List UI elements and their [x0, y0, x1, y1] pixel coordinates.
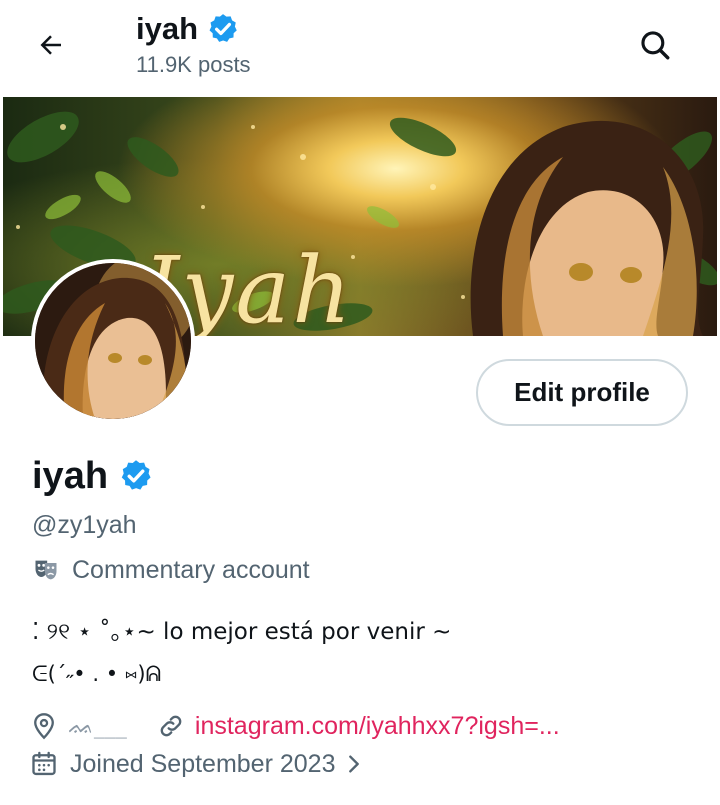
search-button[interactable]	[632, 22, 678, 68]
back-button[interactable]	[30, 24, 72, 66]
post-count: 11.9K posts	[136, 52, 251, 77]
verified-badge-icon[interactable]	[118, 458, 154, 494]
theater-masks-icon	[35, 560, 57, 580]
location-text: ᨐ___	[68, 713, 127, 739]
location-pin-icon	[34, 713, 54, 740]
profile-name: iyah	[32, 455, 109, 497]
search-icon	[641, 31, 670, 60]
top-bar: iyah 11.9K posts	[0, 0, 720, 96]
category-row: Commentary account	[32, 552, 310, 588]
avatar[interactable]	[31, 259, 195, 423]
profile-meta-row: ᨐ___ instagram.com/iyahhxx7?igsh=...	[30, 706, 560, 746]
calendar-icon	[32, 751, 56, 776]
category-label: Commentary account	[72, 556, 310, 584]
verified-badge-icon	[209, 14, 237, 42]
bio-line-2: ᕮ(´˶• . • ⑅)ᕱ	[32, 662, 162, 686]
profile-name-row: iyah	[32, 452, 154, 500]
edit-profile-button[interactable]: Edit profile	[476, 359, 688, 426]
joined-row: Joined September 2023	[30, 744, 365, 784]
link-icon	[160, 715, 182, 737]
avatar-artwork	[35, 263, 191, 419]
arrow-left-icon	[40, 35, 61, 55]
joined-date: Joined September 2023	[70, 749, 336, 778]
chevron-right-icon[interactable]	[343, 751, 365, 777]
header-title: iyah 11.9K posts	[136, 10, 251, 80]
profile-handle: @zy1yah	[32, 511, 137, 539]
profile-link[interactable]: instagram.com/iyahhxx7?igsh=...	[195, 712, 560, 741]
header-name: iyah	[136, 11, 199, 46]
bio-line-1: ⁚ ୨୧ ⋆ ˚｡⋆~ lo mejor está por venir ~	[32, 619, 452, 645]
